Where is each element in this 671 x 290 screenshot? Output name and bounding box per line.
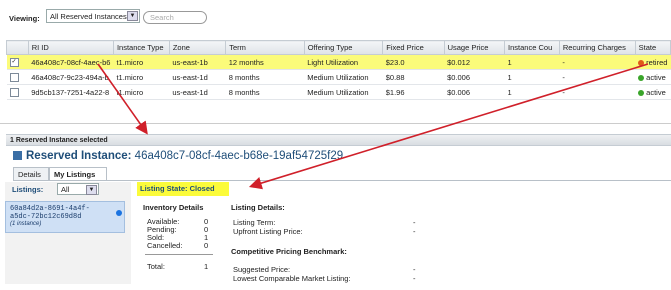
arrow-to-listing-state (248, 63, 649, 190)
arrow-to-selection (97, 63, 148, 135)
annotation-arrows (97, 63, 649, 190)
